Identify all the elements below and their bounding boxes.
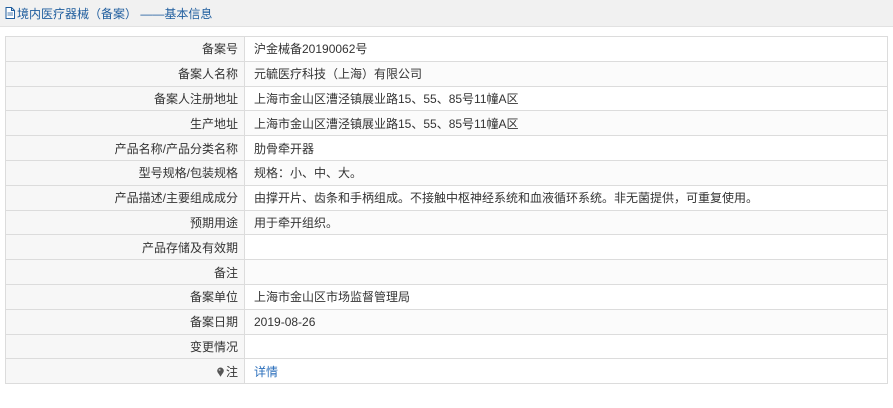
row-value: 用于牵开组织。 (244, 209, 888, 236)
row-label: 产品存储及有效期 (5, 234, 245, 261)
row-label: 备案日期 (5, 308, 245, 335)
row-value: 由撑开片、齿条和手柄组成。不接触中枢神经系统和血液循环系统。非无菌提供，可重复使… (244, 184, 888, 211)
row-label: 产品名称/产品分类名称 (5, 135, 245, 161)
row-value: 上海市金山区漕泾镇展业路15、55、85号11幢A区 (244, 85, 888, 112)
row-value: 规格：小、中、大。 (244, 159, 888, 186)
note-label-cell: 注 (5, 358, 245, 385)
info-table-wrapper: 备案号 沪金械备20190062号 备案人名称 元毓医疗科技（上海）有限公司 备案人注册… (5, 36, 888, 385)
table-row: 型号规格/包装规格 规格：小、中、大。 (5, 159, 888, 186)
row-value: 元毓医疗科技（上海）有限公司 (244, 60, 888, 87)
row-label: 变更情况 (5, 333, 245, 360)
row-label: 备案人注册地址 (5, 85, 245, 112)
row-label: 备注 (5, 259, 245, 285)
row-value: 2019-08-26 (244, 308, 888, 335)
table-row: 产品名称/产品分类名称 肋骨牵开器 (5, 135, 888, 161)
page-header: 境内医疗器械（备案） ——基本信息 (0, 0, 893, 27)
row-label: 型号规格/包装规格 (5, 159, 245, 186)
row-label: 备案号 (5, 36, 245, 62)
row-label: 产品描述/主要组成成分 (5, 184, 245, 211)
table-row: 备案号 沪金械备20190062号 (5, 36, 888, 62)
info-table: 备案号 沪金械备20190062号 备案人名称 元毓医疗科技（上海）有限公司 备案人注册… (5, 36, 888, 385)
pin-icon (217, 367, 224, 377)
row-value: 肋骨牵开器 (244, 135, 888, 161)
row-label: 生产地址 (5, 110, 245, 137)
table-row: 产品存储及有效期 (5, 234, 888, 261)
page-title: 境内医疗器械（备案） ——基本信息 (17, 6, 213, 21)
table-row: 备案单位 上海市金山区市场监督管理局 (5, 283, 888, 310)
table-row: 产品描述/主要组成成分 由撑开片、齿条和手柄组成。不接触中枢神经系统和血液循环系统… (5, 184, 888, 211)
table-row: 备注 (5, 259, 888, 285)
table-row: 预期用途 用于牵开组织。 (5, 209, 888, 236)
row-value (244, 234, 888, 261)
row-label: 备案单位 (5, 283, 245, 310)
note-row: 注 详情 (5, 358, 888, 385)
row-value: 沪金械备20190062号 (244, 36, 888, 62)
row-value (244, 259, 888, 285)
table-row: 备案人注册地址 上海市金山区漕泾镇展业路15、55、85号11幢A区 (5, 85, 888, 112)
row-label: 备案人名称 (5, 60, 245, 87)
document-icon (5, 7, 15, 19)
row-label: 预期用途 (5, 209, 245, 236)
row-value (244, 333, 888, 360)
details-link[interactable]: 详情 (254, 365, 278, 379)
table-row: 生产地址 上海市金山区漕泾镇展业路15、55、85号11幢A区 (5, 110, 888, 137)
table-row: 备案日期 2019-08-26 (5, 308, 888, 335)
table-row: 变更情况 (5, 333, 888, 360)
table-row: 备案人名称 元毓医疗科技（上海）有限公司 (5, 60, 888, 87)
note-value-cell: 详情 (244, 358, 888, 385)
note-label: 注 (225, 364, 238, 379)
row-value: 上海市金山区市场监督管理局 (244, 283, 888, 310)
row-value: 上海市金山区漕泾镇展业路15、55、85号11幢A区 (244, 110, 888, 137)
